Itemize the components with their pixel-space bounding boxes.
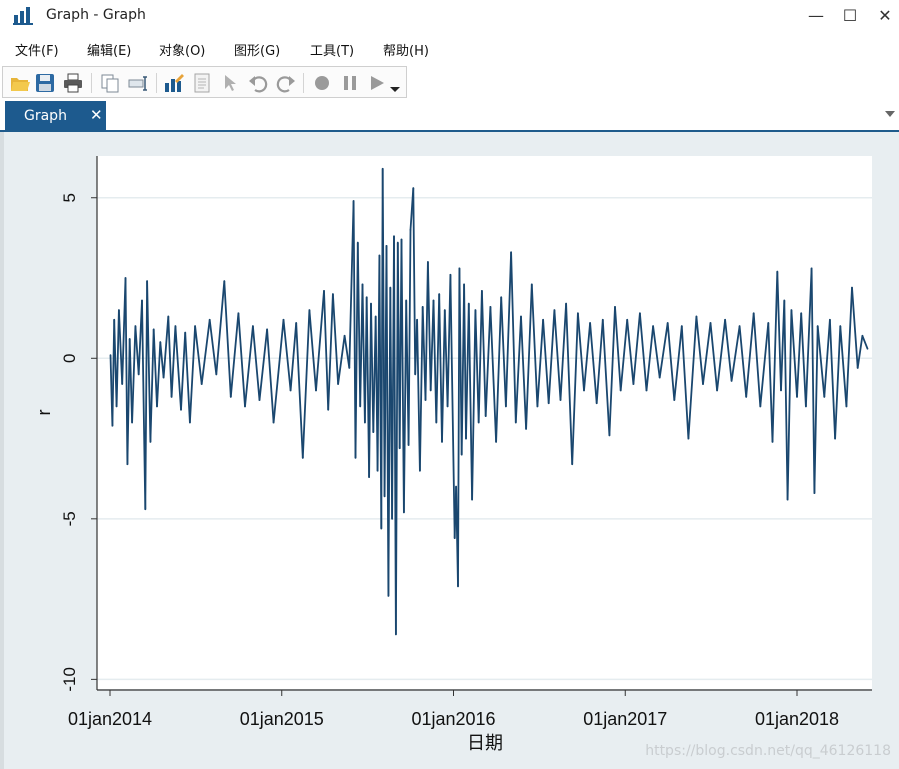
redo-icon[interactable] bbox=[275, 72, 297, 94]
toolbar bbox=[2, 66, 407, 98]
pause-icon[interactable] bbox=[339, 72, 361, 94]
window-title: Graph - Graph bbox=[46, 7, 146, 23]
x-tick-label: 01jan2016 bbox=[411, 709, 495, 729]
save-icon[interactable] bbox=[34, 72, 56, 94]
toolbar-separator bbox=[156, 73, 157, 93]
undo-icon[interactable] bbox=[247, 72, 269, 94]
tab-strip: Graph ✕ bbox=[0, 101, 899, 132]
graph-editor-icon[interactable] bbox=[163, 72, 185, 94]
y-axis-title: r bbox=[34, 410, 54, 416]
tab-label: Graph bbox=[24, 108, 67, 124]
record-icon[interactable] bbox=[311, 72, 333, 94]
toolbar-separator bbox=[303, 73, 304, 93]
menu-tools[interactable]: 工具(T) bbox=[310, 40, 354, 59]
play-icon[interactable] bbox=[366, 72, 388, 94]
open-folder-icon[interactable] bbox=[9, 72, 31, 94]
tab-graph[interactable]: Graph ✕ bbox=[5, 101, 106, 130]
x-tick-label: 01jan2014 bbox=[68, 709, 152, 729]
menu-object[interactable]: 对象(O) bbox=[159, 40, 205, 59]
menu-edit[interactable]: 编辑(E) bbox=[87, 40, 131, 59]
y-tick-label: -5 bbox=[60, 511, 79, 526]
menu-bar: 文件(F) 编辑(E) 对象(O) 图形(G) 工具(T) 帮助(H) bbox=[0, 36, 899, 62]
toolbar-separator bbox=[91, 73, 92, 93]
tab-list-chevron-icon[interactable] bbox=[885, 111, 895, 117]
x-tick-label: 01jan2018 bbox=[755, 709, 839, 729]
dropdown-icon[interactable] bbox=[389, 72, 401, 94]
x-tick-label: 01jan2015 bbox=[240, 709, 324, 729]
pointer-icon[interactable] bbox=[219, 72, 241, 94]
document-icon[interactable] bbox=[191, 72, 213, 94]
line-chart: -10 -5 0 5 01jan2014 01jan2015 01jan2016 01jan2… bbox=[34, 156, 872, 754]
title-bar: Graph - Graph — ☐ ✕ bbox=[0, 0, 899, 32]
close-window-button[interactable]: ✕ bbox=[869, 4, 899, 26]
maximize-button[interactable]: ☐ bbox=[834, 4, 866, 26]
minimize-button[interactable]: — bbox=[800, 4, 832, 26]
y-tick-label: -10 bbox=[60, 667, 79, 692]
x-tick-label: 01jan2017 bbox=[583, 709, 667, 729]
y-tick-label: 0 bbox=[60, 354, 79, 363]
rename-icon[interactable] bbox=[127, 72, 149, 94]
print-icon[interactable] bbox=[62, 72, 84, 94]
menu-help[interactable]: 帮助(H) bbox=[383, 40, 429, 59]
menu-file[interactable]: 文件(F) bbox=[15, 40, 59, 59]
plot-area bbox=[97, 156, 872, 689]
tab-close-icon[interactable]: ✕ bbox=[90, 106, 103, 124]
menu-graph[interactable]: 图形(G) bbox=[234, 40, 280, 59]
watermark-text: https://blog.csdn.net/qq_46126118 bbox=[645, 743, 891, 759]
copy-icon[interactable] bbox=[99, 72, 121, 94]
stata-graph-icon bbox=[13, 7, 33, 25]
y-tick-label: 5 bbox=[60, 193, 79, 202]
x-axis-title: 日期 bbox=[467, 733, 503, 754]
